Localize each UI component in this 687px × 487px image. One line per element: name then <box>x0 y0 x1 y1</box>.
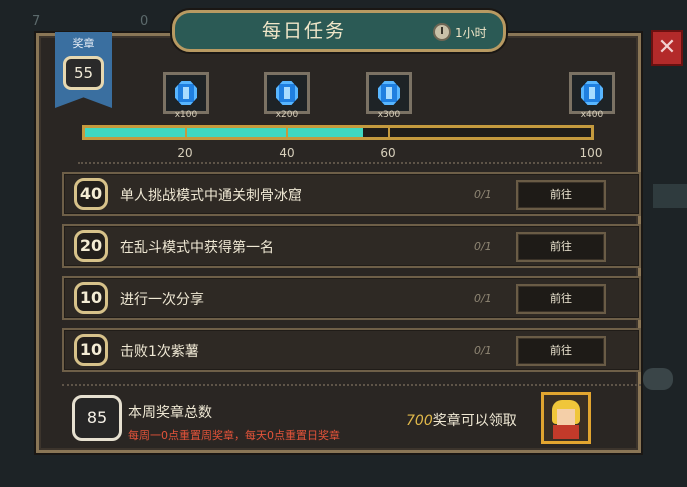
task-reward-badge: 40 <box>74 178 108 210</box>
milestone-reward-3[interactable]: x300 <box>366 72 412 120</box>
blue-gem-icon <box>378 81 400 105</box>
medal-progress-bar <box>82 125 594 140</box>
medal-count: 55 <box>63 56 104 90</box>
threshold-label: 100 <box>579 146 603 160</box>
bg-side-tab <box>653 184 687 208</box>
go-button[interactable]: 前往 <box>516 284 606 314</box>
milestone-qty: x300 <box>377 110 401 120</box>
task-row: 40 单人挑战模式中通关刺骨冰窟 0/1 前往 <box>62 172 641 216</box>
medal-label: 奖章 <box>72 37 95 50</box>
progress-tick <box>388 125 390 140</box>
reset-note: 每周一0点重置周奖章，每天0点重置日奖章 <box>128 429 340 442</box>
task-progress: 0/1 <box>474 344 492 357</box>
divider <box>78 162 602 164</box>
task-description: 击败1次紫薯 <box>120 344 199 360</box>
milestone-qty: x200 <box>275 110 299 120</box>
weekly-medal-count: 85 <box>72 395 122 441</box>
blue-gem-icon <box>581 81 603 105</box>
blue-gem-icon <box>276 81 298 105</box>
divider <box>62 384 641 386</box>
character-portrait-icon[interactable] <box>541 392 591 444</box>
task-reward-badge: 20 <box>74 230 108 262</box>
bg-stat-value: 7 <box>32 14 41 29</box>
milestone-reward-1[interactable]: x100 <box>163 72 209 120</box>
title-tab: 每日任务 1小时 <box>172 10 506 52</box>
reward-label: 奖章可以领取 <box>432 413 517 429</box>
progress-fill <box>85 128 363 137</box>
task-row: 20 在乱斗模式中获得第一名 0/1 前往 <box>62 224 641 268</box>
close-icon[interactable]: ✕ <box>651 30 683 66</box>
task-progress: 0/1 <box>474 292 492 305</box>
task-description: 进行一次分享 <box>120 292 204 308</box>
milestone-reward-2[interactable]: x200 <box>264 72 310 120</box>
chat-icon[interactable] <box>643 368 673 390</box>
medal-ribbon: 奖章 55 <box>55 32 112 108</box>
task-row: 10 击败1次紫薯 0/1 前往 <box>62 328 641 372</box>
bg-count-value: 0 <box>140 14 149 29</box>
task-description: 在乱斗模式中获得第一名 <box>120 240 274 256</box>
task-reward-badge: 10 <box>74 282 108 314</box>
blue-gem-icon <box>175 81 197 105</box>
weekly-reward-text: 700奖章可以领取 <box>406 410 517 430</box>
task-reward-badge: 10 <box>74 334 108 366</box>
clock-icon <box>433 23 451 41</box>
task-row: 10 进行一次分享 0/1 前往 <box>62 276 641 320</box>
reward-amount: 700 <box>406 413 433 429</box>
task-description: 单人挑战模式中通关刺骨冰窟 <box>120 188 302 204</box>
page-title: 每日任务 <box>261 20 346 42</box>
go-button[interactable]: 前往 <box>516 180 606 210</box>
threshold-label: 40 <box>279 146 295 160</box>
go-button[interactable]: 前往 <box>516 232 606 262</box>
task-progress: 0/1 <box>474 240 492 253</box>
threshold-label: 20 <box>177 146 193 160</box>
progress-tick <box>185 125 187 140</box>
timer-label: 1小时 <box>455 25 487 40</box>
threshold-label: 60 <box>380 146 396 160</box>
timer: 1小时 <box>433 22 487 42</box>
milestone-qty: x100 <box>174 110 198 120</box>
task-progress: 0/1 <box>474 188 492 201</box>
weekly-title: 本周奖章总数 <box>128 405 212 421</box>
progress-tick <box>286 125 288 140</box>
milestone-reward-4[interactable]: x400 <box>569 72 615 120</box>
milestone-qty: x400 <box>580 110 604 120</box>
go-button[interactable]: 前往 <box>516 336 606 366</box>
